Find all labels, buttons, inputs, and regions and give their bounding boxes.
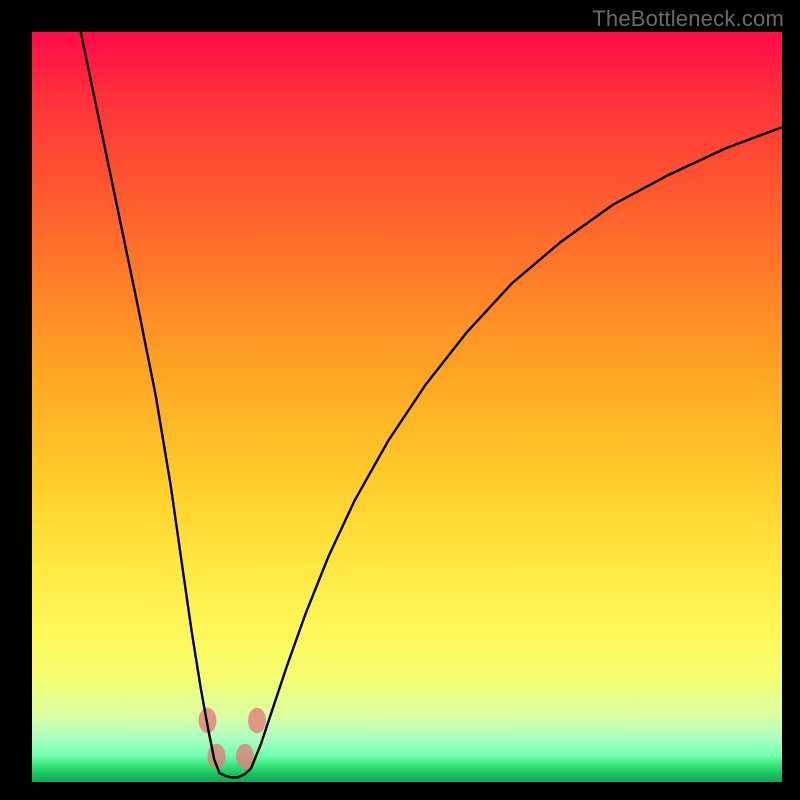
watermark-text: TheBottleneck.com — [592, 6, 784, 32]
plot-area — [32, 32, 782, 782]
outer-frame: TheBottleneck.com — [0, 0, 800, 800]
bottleneck-curve-svg — [32, 32, 782, 782]
bottleneck-curve — [81, 32, 782, 778]
valley-bead-4 — [248, 708, 266, 734]
valley-beads-group — [199, 708, 267, 770]
